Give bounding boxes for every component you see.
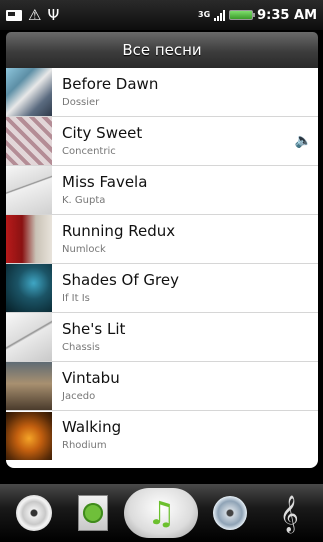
treble-clef-icon: 𝄞 [279, 494, 299, 532]
tab-songs[interactable]: ♫ [124, 488, 199, 538]
song-row[interactable]: Before Dawn Dossier [6, 68, 318, 117]
song-row[interactable]: Shades Of Grey If It Is [6, 264, 318, 313]
song-artist: Rhodium [62, 440, 107, 451]
warning-icon: ⚠ [28, 6, 42, 24]
tab-now-playing[interactable] [65, 488, 121, 538]
song-title: Walking [62, 418, 122, 436]
tab-disc[interactable] [202, 488, 258, 538]
song-title: Miss Favela [62, 172, 148, 191]
song-title: She's Lit [62, 319, 126, 338]
song-row[interactable]: She's Lit Chassis [6, 313, 318, 362]
album-art [6, 362, 52, 410]
message-icon [6, 9, 22, 21]
song-artist: K. Gupta [62, 194, 106, 206]
song-artist: Concentric [62, 145, 116, 157]
song-artist: Chassis [62, 341, 100, 353]
album-art [6, 68, 52, 116]
song-row[interactable]: Running Redux Numlock [6, 215, 318, 264]
song-row[interactable]: City Sweet Concentric 🔈 [6, 117, 318, 166]
song-title: Running Redux [62, 221, 176, 240]
song-artist: Dossier [62, 96, 100, 108]
song-row[interactable]: Walking Rhodium [6, 411, 318, 460]
song-artist: Jacedo [62, 390, 96, 402]
album-art [6, 215, 52, 263]
cd-icon [15, 495, 52, 531]
song-title: Shades Of Grey [62, 270, 179, 289]
usb-icon: Ψ [47, 6, 60, 24]
song-artist: If It Is [62, 292, 90, 304]
song-title: Vintabu [62, 368, 120, 387]
page-title: Все песни [122, 41, 202, 59]
disc-icon [212, 496, 247, 530]
album-art [6, 166, 52, 214]
now-playing-icon [78, 495, 109, 531]
album-art [6, 117, 52, 165]
status-right: 3G 9:35 AM [198, 8, 317, 23]
music-note-icon: ♫ [147, 494, 176, 532]
clock: 9:35 AM [257, 7, 317, 23]
network-type: 3G [198, 10, 211, 19]
status-bar: ⚠ Ψ 3G 9:35 AM [0, 0, 323, 30]
signal-icon [214, 9, 226, 21]
page-title-bar: Все песни [6, 32, 318, 68]
song-title: Before Dawn [62, 74, 159, 93]
song-row[interactable]: Miss Favela K. Gupta [6, 166, 318, 215]
song-list[interactable]: Before Dawn Dossier City Sweet Concentri… [6, 68, 318, 468]
album-art [6, 313, 52, 361]
album-art [6, 264, 52, 312]
bottom-tab-bar: ♫ 𝄞 [0, 484, 323, 542]
tab-albums[interactable] [6, 488, 62, 538]
status-left: ⚠ Ψ [6, 6, 59, 24]
battery-icon [229, 10, 256, 20]
tab-genres[interactable]: 𝄞 [261, 488, 317, 538]
song-row[interactable]: Vintabu Jacedo [6, 362, 318, 411]
song-artist: Numlock [62, 243, 106, 255]
song-title: City Sweet [62, 123, 143, 142]
album-art [6, 411, 52, 460]
speaker-icon: 🔈 [294, 133, 312, 149]
